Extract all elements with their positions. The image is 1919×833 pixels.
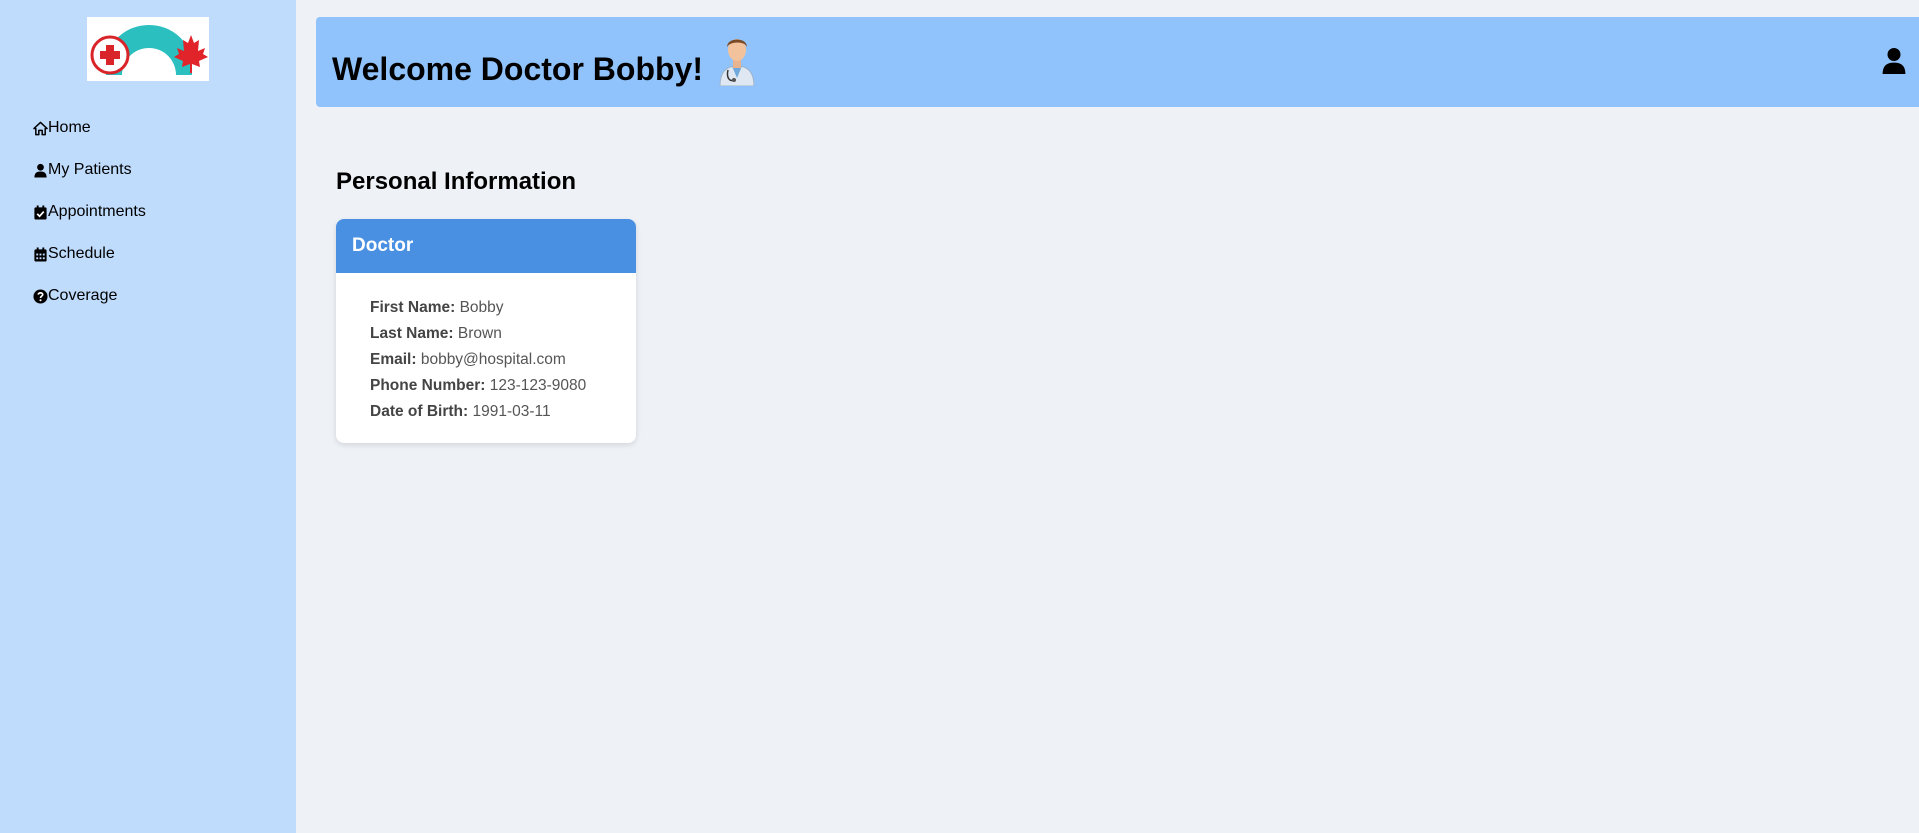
- home-icon: [32, 120, 48, 136]
- section-title: Personal Information: [336, 168, 577, 195]
- field-value: 1991-03-11: [472, 403, 551, 420]
- page-title: Welcome Doctor Bobby!: [332, 51, 703, 87]
- sidebar-item-my-patients[interactable]: My Patients: [32, 149, 146, 191]
- phone-field: Phone Number: 123-123-9080: [370, 373, 636, 399]
- field-label: Last Name:: [370, 325, 454, 342]
- sidebar: Home My Patients Appointments Schedule C…: [0, 0, 296, 833]
- first-name-field: First Name: Bobby: [370, 295, 636, 321]
- sidebar-item-label: Home: [48, 119, 91, 136]
- hospital-logo[interactable]: [87, 17, 209, 81]
- email-field: Email: bobby@hospital.com: [370, 347, 636, 373]
- sidebar-item-appointments[interactable]: Appointments: [32, 191, 146, 233]
- field-value: Brown: [457, 325, 502, 342]
- card-title: Doctor: [336, 219, 636, 273]
- field-label: Date of Birth:: [370, 403, 469, 420]
- doctor-info-card: Doctor First Name: Bobby Last Name: Brow…: [336, 219, 636, 443]
- sidebar-item-coverage[interactable]: Coverage: [32, 275, 146, 317]
- sidebar-item-label: My Patients: [48, 161, 132, 178]
- calendar-check-icon: [32, 204, 48, 220]
- field-value: Bobby: [459, 299, 504, 316]
- user-icon[interactable]: [1881, 47, 1907, 75]
- field-value: 123-123-9080: [489, 377, 587, 394]
- calendar-icon: [32, 246, 48, 262]
- user-icon: [32, 162, 48, 178]
- doctor-icon: [714, 32, 760, 87]
- sidebar-item-label: Coverage: [48, 287, 118, 304]
- dob-field: Date of Birth: 1991-03-11: [370, 399, 636, 425]
- field-label: Email:: [370, 351, 417, 368]
- field-label: First Name:: [370, 299, 456, 316]
- field-value: bobby@hospital.com: [420, 351, 566, 368]
- sidebar-item-home[interactable]: Home: [32, 107, 146, 149]
- sidebar-item-label: Schedule: [48, 245, 115, 262]
- sidebar-item-schedule[interactable]: Schedule: [32, 233, 146, 275]
- sidebar-item-label: Appointments: [48, 203, 146, 220]
- header-banner: Welcome Doctor Bobby!: [316, 17, 1919, 107]
- last-name-field: Last Name: Brown: [370, 321, 636, 347]
- field-label: Phone Number:: [370, 377, 486, 394]
- question-circle-icon: [32, 288, 48, 304]
- sidebar-nav: Home My Patients Appointments Schedule C…: [32, 107, 146, 317]
- card-body: First Name: Bobby Last Name: Brown Email…: [336, 273, 636, 425]
